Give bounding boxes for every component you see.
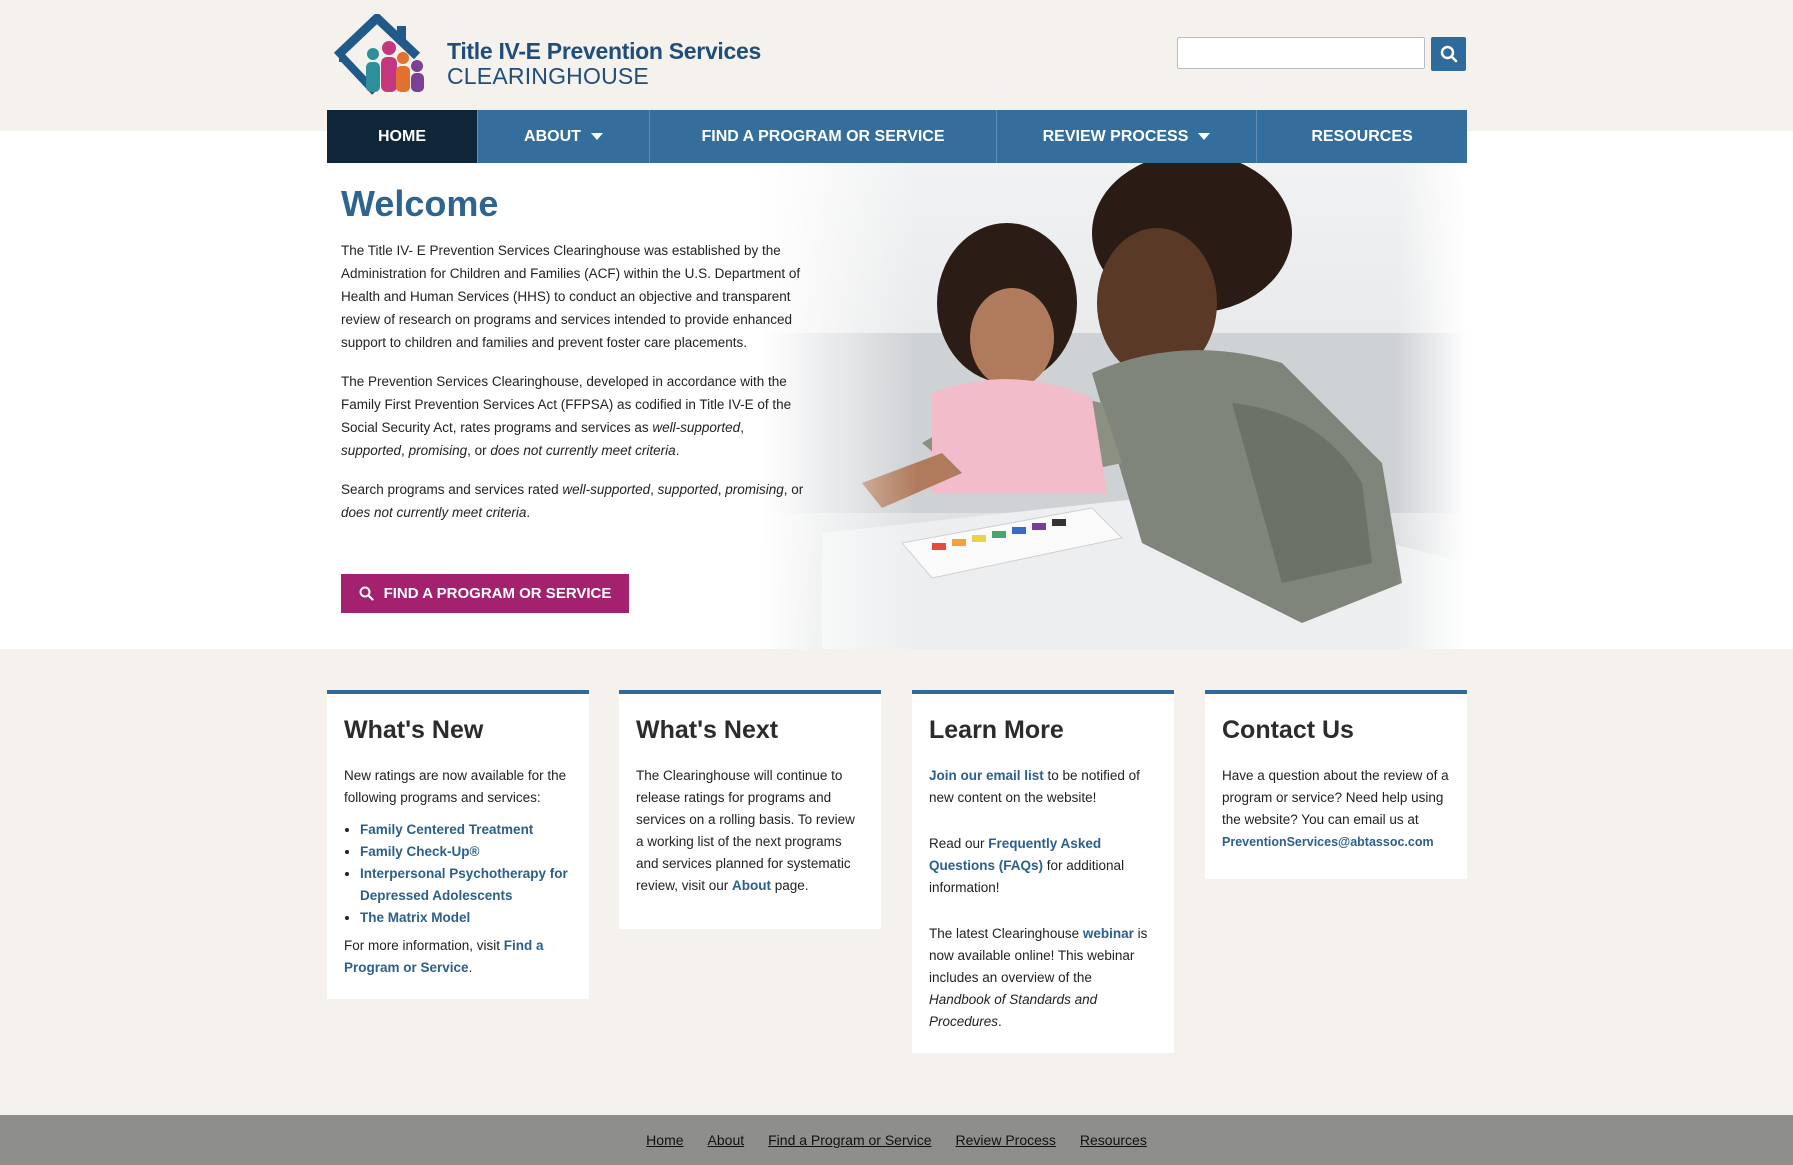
contact-body: Have a question about the review of a pr… (1222, 765, 1450, 853)
info-cards: What's New New ratings are now available… (327, 690, 1467, 1053)
new-ratings-list: Family Centered Treatment Family Check-U… (344, 819, 572, 929)
footer-link-home[interactable]: Home (646, 1132, 683, 1148)
learn-faq-paragraph: Read our Frequently Asked Questions (FAQ… (929, 833, 1157, 899)
list-item: Family Check-Up® (360, 841, 572, 863)
footer-link-resources[interactable]: Resources (1080, 1132, 1147, 1148)
search-icon (1440, 45, 1457, 63)
nav-review-process[interactable]: REVIEW PROCESS (997, 110, 1257, 163)
handbook-title: Handbook of Standards and Procedures (929, 992, 1098, 1029)
logo-subtitle[interactable]: CLEARINGHOUSE (447, 63, 649, 90)
about-link[interactable]: About (732, 878, 771, 893)
main-nav: HOME ABOUT FIND A PROGRAM OR SERVICE REV… (327, 110, 1467, 163)
site-footer: Home About Find a Program or Service Rev… (0, 1115, 1793, 1165)
card-whats-new: What's New New ratings are now available… (327, 690, 589, 999)
rating-well-supported: well-supported (652, 420, 741, 435)
hero-p3-text: Search programs and services rated (341, 482, 563, 497)
rating-supported: supported (657, 482, 718, 497)
learn-webinar-end: . (998, 1014, 1002, 1029)
nav-home[interactable]: HOME (327, 110, 478, 163)
card-whats-next: What's Next The Clearinghouse will conti… (619, 690, 881, 929)
whats-next-text: The Clearinghouse will continue to relea… (636, 768, 855, 893)
find-program-button-label: FIND A PROGRAM OR SERVICE (383, 585, 612, 602)
hero-p2-sep: , (740, 420, 744, 435)
rating-does-not-meet: does not currently meet criteria (341, 505, 527, 520)
list-item: The Matrix Model (360, 907, 572, 929)
hero-p3-end: . (526, 505, 531, 520)
learn-email-paragraph: Join our email list to be notified of ne… (929, 765, 1157, 809)
search-icon (359, 586, 374, 601)
learn-faq-text: Read our (929, 836, 989, 851)
hero-text: Welcome The Title IV- E Prevention Servi… (341, 183, 811, 540)
rating-does-not-meet: does not currently meet criteria (490, 443, 676, 458)
hero-section: Welcome The Title IV- E Prevention Servi… (327, 163, 1467, 649)
program-link[interactable]: Interpersonal Psychotherapy for Depresse… (360, 866, 568, 903)
chevron-down-icon (590, 133, 603, 140)
rating-supported: supported (341, 443, 402, 458)
search-button[interactable] (1431, 37, 1466, 71)
learn-webinar-paragraph: The latest Clearinghouse webinar is now … (929, 923, 1157, 1033)
hero-paragraph-1: The Title IV- E Prevention Services Clea… (341, 243, 801, 350)
nav-find-program[interactable]: FIND A PROGRAM OR SERVICE (650, 110, 997, 163)
contact-text: Have a question about the review of a pr… (1222, 768, 1449, 827)
hero-p2-or: , or (467, 443, 491, 458)
card-learn-more: Learn More Join our email list to be not… (912, 690, 1174, 1053)
nav-about-label: ABOUT (524, 127, 581, 145)
card-title: Contact Us (1222, 716, 1354, 744)
site-header: Title IV-E Prevention Services CLEARINGH… (327, 0, 1467, 110)
nav-about[interactable]: ABOUT (478, 110, 650, 163)
rating-promising: promising (408, 443, 468, 458)
list-item: Family Centered Treatment (360, 819, 572, 841)
card-body: The Clearinghouse will continue to relea… (636, 765, 864, 897)
clearinghouse-logo-icon[interactable] (333, 11, 424, 96)
hero-photo (762, 163, 1467, 649)
nav-review-label: REVIEW PROCESS (1042, 127, 1189, 145)
find-program-button[interactable]: FIND A PROGRAM OR SERVICE (341, 574, 629, 613)
card-title: Learn More (929, 716, 1064, 744)
hero-p3-sep: , (650, 482, 658, 497)
webinar-link[interactable]: webinar (1083, 926, 1134, 941)
footer-link-about[interactable]: About (708, 1132, 745, 1148)
chevron-down-icon (1198, 133, 1211, 140)
card-title: What's Next (636, 716, 779, 744)
learn-webinar-text: The latest Clearinghouse (929, 926, 1083, 941)
whats-next-end: page. (771, 878, 809, 893)
nav-find-label: FIND A PROGRAM OR SERVICE (701, 127, 945, 145)
nav-resources-label: RESOURCES (1311, 127, 1413, 145)
rating-promising: promising (725, 482, 784, 497)
footer-link-review-process[interactable]: Review Process (956, 1132, 1056, 1148)
program-link[interactable]: Family Centered Treatment (360, 822, 533, 837)
hero-paragraph-3: Search programs and services rated well-… (341, 478, 811, 524)
list-item: Interpersonal Psychotherapy for Depresse… (360, 863, 572, 907)
hero-p3-or: , or (783, 482, 804, 497)
search-input[interactable] (1177, 37, 1425, 69)
hero-p2-end: . (675, 443, 680, 458)
card-intro: New ratings are now available for the fo… (344, 768, 567, 805)
footer-link-find-program[interactable]: Find a Program or Service (768, 1132, 931, 1148)
nav-resources[interactable]: RESOURCES (1257, 110, 1467, 163)
hero-p2-sep: , (401, 443, 409, 458)
email-list-link[interactable]: Join our email list (929, 768, 1044, 783)
program-link[interactable]: Family Check-Up® (360, 844, 479, 859)
more-info-text: For more information, visit (344, 938, 504, 953)
rating-well-supported: well-supported (562, 482, 651, 497)
nav-home-label: HOME (378, 127, 426, 145)
card-title: What's New (344, 716, 484, 744)
logo-title[interactable]: Title IV-E Prevention Services (447, 38, 761, 65)
card-more-info: For more information, visit Find a Progr… (344, 935, 572, 979)
program-link[interactable]: The Matrix Model (360, 910, 470, 925)
card-contact-us: Contact Us Have a question about the rev… (1205, 690, 1467, 879)
page-title: Welcome (341, 183, 499, 224)
contact-email-link[interactable]: PreventionServices@abtassoc.com (1222, 835, 1434, 849)
hero-paragraph-2: The Prevention Services Clearinghouse, d… (341, 370, 811, 462)
more-info-end: . (468, 960, 473, 975)
